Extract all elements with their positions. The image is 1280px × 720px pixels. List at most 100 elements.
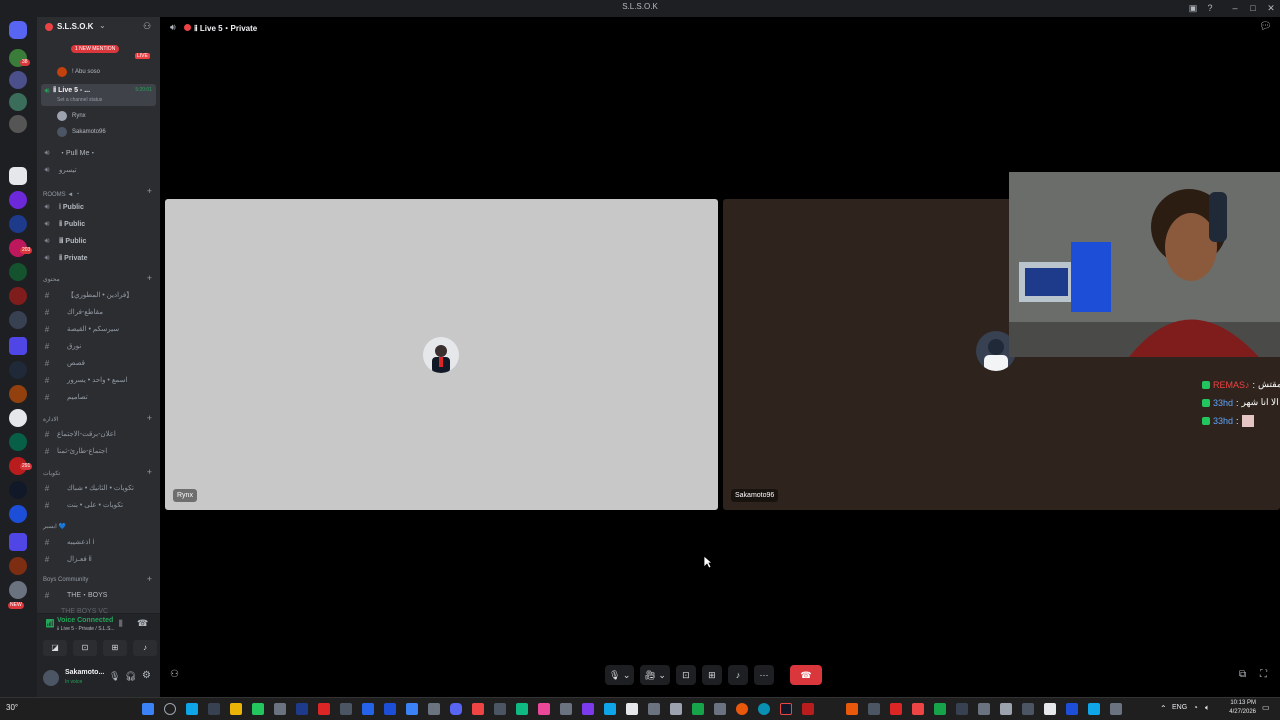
hang-up-button[interactable]: ☎ bbox=[789, 665, 822, 685]
wifi-icon[interactable]: ◔ bbox=[1193, 703, 1198, 712]
voice-channel-room[interactable]: 🔊︎ ⅱ Public bbox=[41, 216, 156, 232]
activities-button[interactable]: ⊞ bbox=[103, 640, 127, 656]
server-icon[interactable] bbox=[9, 215, 27, 233]
category-content[interactable]: محتوى bbox=[43, 276, 60, 283]
gear-icon[interactable]: ⚙ bbox=[142, 670, 151, 681]
fullscreen-icon[interactable]: ⛶ bbox=[1260, 669, 1267, 680]
app-icon[interactable] bbox=[274, 703, 286, 715]
inbox-icon[interactable]: ▣ bbox=[1186, 1, 1200, 15]
server-icon[interactable] bbox=[9, 361, 27, 379]
voice-channel-room[interactable]: 🔊︎ ⅱ Private bbox=[41, 250, 156, 266]
clock-date[interactable]: 4/27/2026 bbox=[1216, 709, 1256, 715]
app-icon[interactable] bbox=[1044, 703, 1056, 715]
voice-user-row[interactable]: Rynx bbox=[57, 109, 86, 123]
app-icon[interactable] bbox=[318, 703, 330, 715]
text-channel[interactable]: # تكويات • على • بنت bbox=[41, 497, 156, 513]
app-icon[interactable] bbox=[582, 703, 594, 715]
app-icon[interactable] bbox=[978, 703, 990, 715]
voice-status[interactable]: Voice Connected bbox=[57, 617, 113, 624]
add-channel-icon[interactable]: + bbox=[147, 413, 152, 423]
folder-icon[interactable] bbox=[230, 703, 242, 715]
server-icon[interactable] bbox=[9, 337, 27, 355]
app-icon[interactable] bbox=[560, 703, 572, 715]
category-admin[interactable]: الادارة bbox=[43, 416, 58, 423]
server-icon[interactable] bbox=[9, 311, 27, 329]
activities-button[interactable]: ⊞ bbox=[701, 665, 722, 685]
channel-status[interactable]: Set a channel status bbox=[57, 97, 102, 103]
add-channel-icon[interactable]: + bbox=[147, 574, 152, 584]
active-voice-channel[interactable]: 🔊︎ ⅱ Live 5 - ... 5:20:01 Set a channel … bbox=[41, 84, 156, 106]
app-icon[interactable] bbox=[208, 703, 220, 715]
mic-icon[interactable]: 🎙︎ bbox=[109, 671, 120, 682]
server-icon[interactable] bbox=[9, 533, 27, 551]
screen-share-button[interactable]: ⊡ bbox=[73, 640, 97, 656]
server-icon[interactable] bbox=[9, 481, 27, 499]
category-misc[interactable]: ابسبر 💙 bbox=[43, 523, 66, 530]
server-header[interactable]: S.L.S.O.K ⌄ ⚇ bbox=[37, 17, 160, 39]
app-icon[interactable] bbox=[494, 703, 506, 715]
app-icon[interactable] bbox=[670, 703, 682, 715]
app-icon[interactable] bbox=[802, 703, 814, 715]
app-icon[interactable] bbox=[384, 703, 396, 715]
app-icon[interactable] bbox=[912, 703, 924, 715]
popout-icon[interactable]: ⧉ bbox=[1239, 669, 1246, 680]
server-icon[interactable] bbox=[9, 71, 27, 89]
app-icon[interactable] bbox=[780, 703, 792, 715]
app-icon[interactable] bbox=[516, 703, 528, 715]
minimize-button[interactable]: – bbox=[1228, 1, 1242, 15]
soundboard-button[interactable]: ♪ bbox=[727, 665, 748, 685]
voice-channel-link[interactable]: ⅱ Live 5 - Private / S.L.S... bbox=[57, 626, 115, 632]
video-tile-rynx[interactable]: Rynx bbox=[165, 199, 718, 510]
add-channel-icon[interactable]: + bbox=[147, 186, 152, 196]
camera-toggle-button[interactable]: ◪ bbox=[43, 640, 67, 656]
server-icon[interactable] bbox=[9, 93, 27, 111]
app-icon[interactable] bbox=[340, 703, 352, 715]
search-icon[interactable] bbox=[164, 703, 176, 715]
server-icon[interactable] bbox=[9, 167, 27, 185]
help-icon[interactable]: ? bbox=[1203, 1, 1217, 15]
camera-button[interactable]: 🎥︎ ⌄ bbox=[640, 665, 670, 685]
text-channel[interactable]: # تصاميم bbox=[41, 389, 156, 405]
app-icon[interactable] bbox=[626, 703, 638, 715]
maximize-button[interactable]: □ bbox=[1246, 1, 1260, 15]
app-icon[interactable] bbox=[868, 703, 880, 715]
invite-icon[interactable]: ⚇ bbox=[170, 669, 179, 680]
close-button[interactable]: ✕ bbox=[1264, 1, 1278, 15]
text-channel[interactable]: # مقاطع-فراك bbox=[41, 304, 156, 320]
app-icon[interactable] bbox=[956, 703, 968, 715]
server-icon[interactable] bbox=[9, 287, 27, 305]
text-channel[interactable]: # نورق bbox=[41, 338, 156, 354]
clock-time[interactable]: 10:13 PM bbox=[1216, 700, 1256, 706]
app-icon[interactable] bbox=[428, 703, 440, 715]
windows-icon[interactable] bbox=[142, 703, 154, 715]
steam-icon[interactable] bbox=[296, 703, 308, 715]
voice-user-row[interactable]: ! Abu soso bbox=[57, 65, 100, 79]
chrome-icon[interactable] bbox=[736, 703, 748, 715]
user-avatar[interactable] bbox=[43, 670, 59, 686]
volume-icon[interactable]: 🔈︎ bbox=[1205, 703, 1210, 713]
mic-button[interactable]: 🎙︎ ⌄ bbox=[605, 665, 635, 685]
text-channel[interactable]: # THE・BOYS bbox=[41, 587, 156, 603]
voice-channel-room[interactable]: 🔊︎ ⅰ Public bbox=[41, 199, 156, 215]
server-icon[interactable] bbox=[9, 263, 27, 281]
notification-icon[interactable]: ▭ bbox=[1262, 703, 1270, 712]
add-channel-icon[interactable]: + bbox=[147, 467, 152, 477]
app-icon[interactable] bbox=[1110, 703, 1122, 715]
text-channel[interactable]: # اجتماع-طارئ-ثمنا bbox=[41, 443, 156, 459]
app-icon[interactable] bbox=[934, 703, 946, 715]
app-icon[interactable] bbox=[406, 703, 418, 715]
server-icon[interactable] bbox=[9, 385, 27, 403]
server-icon[interactable] bbox=[9, 557, 27, 575]
chat-icon[interactable]: 💬︎ bbox=[1259, 21, 1272, 32]
text-channel[interactable]: # اذعشيبه ⅰ bbox=[41, 534, 156, 550]
server-icon[interactable] bbox=[9, 581, 27, 599]
app-icon[interactable] bbox=[186, 703, 198, 715]
category-boys[interactable]: Boys Community bbox=[43, 577, 88, 583]
weather-widget[interactable]: 30° bbox=[6, 703, 18, 712]
app-icon[interactable] bbox=[252, 703, 264, 715]
discord-home-icon[interactable] bbox=[9, 21, 27, 39]
telegram-icon[interactable] bbox=[604, 703, 616, 715]
discord-icon[interactable] bbox=[450, 703, 462, 715]
voice-channel-room[interactable]: 🔊︎ ⅲ Public bbox=[41, 233, 156, 249]
add-user-icon[interactable]: ⚇ bbox=[143, 21, 151, 32]
